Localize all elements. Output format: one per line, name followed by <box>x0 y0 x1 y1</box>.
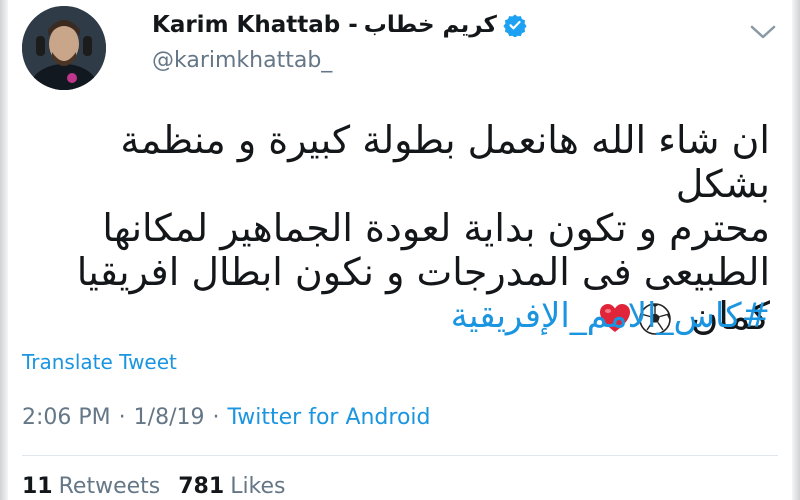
user-handle[interactable]: @karimkhattab_ <box>152 48 332 73</box>
translate-tweet-link[interactable]: Translate Tweet <box>22 350 177 374</box>
divider <box>22 455 778 456</box>
tweet-line: محترم و تكون بداية لعودة الجماهير لمكانه… <box>102 206 770 250</box>
likes-count: 781 <box>178 474 225 499</box>
tweet-date: 1/8/19 <box>133 405 205 430</box>
screen-edge-right <box>792 0 800 500</box>
tweet-stats: 11 Retweets 781 Likes <box>22 474 296 499</box>
verified-badge-icon <box>503 14 527 37</box>
display-name[interactable]: Karim Khattab - كريم خطاب <box>152 12 527 38</box>
screen-edge-left <box>0 0 8 500</box>
display-name-arabic: كريم خطاب <box>363 12 497 38</box>
tweet-meta: 2:06 PM · 1/8/19 · Twitter for Android <box>22 405 431 430</box>
tweet-time: 2:06 PM <box>22 405 111 430</box>
hashtag-link[interactable]: #كاس_الامم_الإفريقية <box>451 296 770 336</box>
tweet-line: ان شاء الله هانعمل بطولة كبيرة و منظمة ب… <box>120 118 770 206</box>
retweets-label: Retweets <box>58 474 161 499</box>
retweets-count: 11 <box>22 474 53 499</box>
meta-separator: · <box>212 405 220 430</box>
meta-separator: · <box>118 405 126 430</box>
chevron-down-icon[interactable] <box>750 24 776 40</box>
tweet-line: الطبيعى فى المدرجات و نكون ابطال افريقيا <box>76 250 770 294</box>
tweet-source-link[interactable]: Twitter for Android <box>227 405 430 430</box>
likes-label: Likes <box>230 474 286 499</box>
retweets-stat[interactable]: 11 Retweets <box>22 474 160 499</box>
avatar-image <box>22 6 106 90</box>
avatar[interactable] <box>22 6 106 90</box>
likes-stat[interactable]: 781 Likes <box>178 474 285 499</box>
display-name-latin: Karim Khattab - <box>152 12 358 38</box>
